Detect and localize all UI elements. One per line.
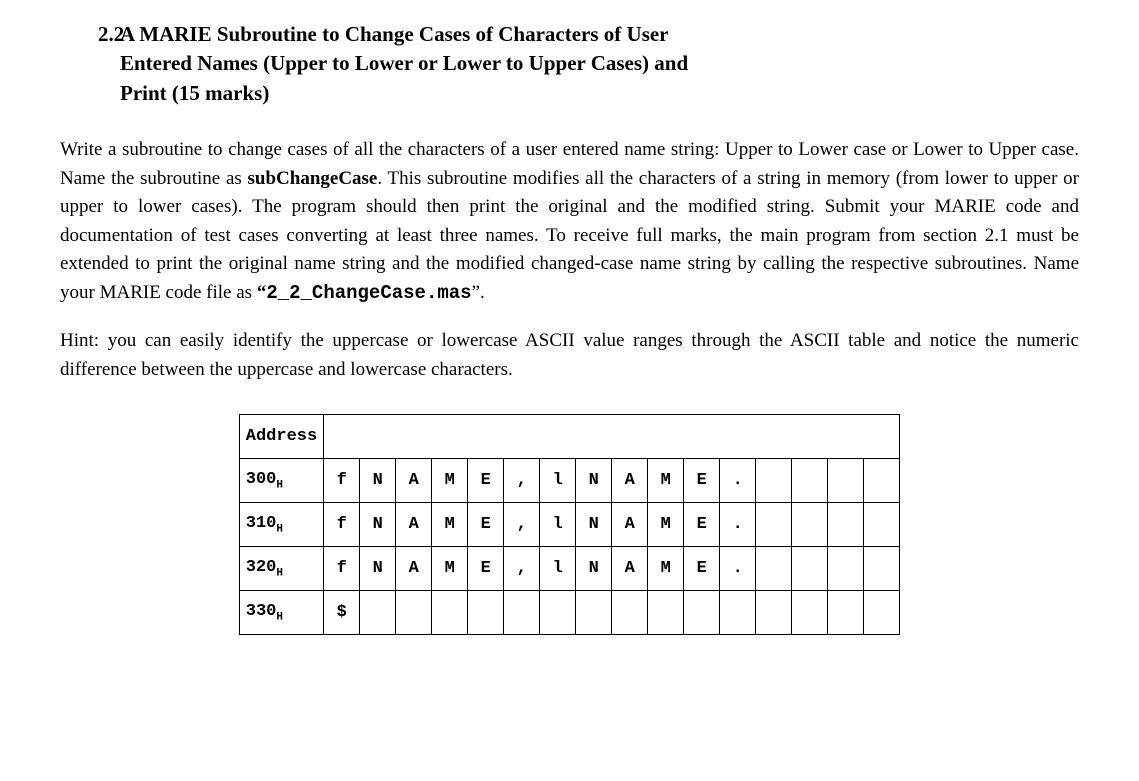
table-row: 300H f N A M E , l N A M E . <box>239 459 899 503</box>
subroutine-name: subChangeCase <box>248 168 378 189</box>
p1c: ”. <box>472 282 485 303</box>
mem-cell <box>756 591 792 635</box>
mem-cell <box>540 591 576 635</box>
mem-cell: A <box>612 459 648 503</box>
section-number: 2.2 <box>60 20 120 108</box>
mem-cell: N <box>576 503 612 547</box>
mem-cell: M <box>648 503 684 547</box>
memory-table-wrapper: Address 300H f N A M E , l N A M E . 310… <box>60 414 1079 635</box>
mem-cell: N <box>360 547 396 591</box>
mem-cell: A <box>612 503 648 547</box>
mem-cell: l <box>540 459 576 503</box>
mem-cell <box>432 591 468 635</box>
mem-cell <box>756 547 792 591</box>
mem-cell <box>828 503 864 547</box>
header-gap <box>324 415 900 459</box>
mem-cell <box>792 591 828 635</box>
table-row: 330H $ <box>239 591 899 635</box>
addr-sub: H <box>276 567 283 579</box>
addr-cell: 330H <box>239 591 323 635</box>
section-title: A MARIE Subroutine to Change Cases of Ch… <box>120 20 1079 108</box>
addr-sub: H <box>276 479 283 491</box>
mem-cell: M <box>648 459 684 503</box>
mem-cell <box>684 591 720 635</box>
title-line-1: A MARIE Subroutine to Change Cases of Ch… <box>120 22 669 46</box>
mem-cell: E <box>684 547 720 591</box>
addr-val: 330 <box>246 602 277 621</box>
mem-cell <box>396 591 432 635</box>
table-row: 320H f N A M E , l N A M E . <box>239 547 899 591</box>
memory-table: Address 300H f N A M E , l N A M E . 310… <box>239 414 900 635</box>
mem-cell: A <box>396 547 432 591</box>
mem-cell: E <box>684 503 720 547</box>
mem-cell: . <box>720 547 756 591</box>
mem-cell <box>756 459 792 503</box>
table-header-row: Address <box>239 415 899 459</box>
mem-cell: , <box>504 459 540 503</box>
mem-cell: . <box>720 459 756 503</box>
mem-cell <box>828 591 864 635</box>
mem-cell <box>828 459 864 503</box>
title-line-2: Entered Names (Upper to Lower or Lower t… <box>120 51 688 75</box>
addr-val: 310 <box>246 514 277 533</box>
mem-cell: l <box>540 503 576 547</box>
mem-cell: M <box>648 547 684 591</box>
mem-cell: A <box>396 459 432 503</box>
addr-cell: 300H <box>239 459 323 503</box>
mem-cell <box>612 591 648 635</box>
filename: 2_2_ChangeCase.mas <box>266 282 471 304</box>
mem-cell <box>864 547 900 591</box>
mem-cell <box>648 591 684 635</box>
mem-cell: M <box>432 503 468 547</box>
mem-cell: $ <box>324 591 360 635</box>
mem-cell: E <box>468 503 504 547</box>
addr-cell: 320H <box>239 547 323 591</box>
mem-cell <box>864 459 900 503</box>
title-line-3: Print (15 marks) <box>120 81 269 105</box>
mem-cell <box>864 503 900 547</box>
mem-cell: f <box>324 503 360 547</box>
mem-cell <box>756 503 792 547</box>
mem-cell: E <box>468 459 504 503</box>
mem-cell: f <box>324 459 360 503</box>
mem-cell: N <box>576 459 612 503</box>
mem-cell: N <box>360 503 396 547</box>
mem-cell <box>792 503 828 547</box>
addr-val: 300 <box>246 470 277 489</box>
header-address: Address <box>239 415 323 459</box>
mem-cell <box>504 591 540 635</box>
mem-cell: N <box>576 547 612 591</box>
addr-val: 320 <box>246 558 277 577</box>
mem-cell <box>792 547 828 591</box>
paragraph-1: Write a subroutine to change cases of al… <box>60 136 1079 307</box>
table-row: 310H f N A M E , l N A M E . <box>239 503 899 547</box>
section-header: 2.2 A MARIE Subroutine to Change Cases o… <box>60 20 1079 108</box>
addr-sub: H <box>276 523 283 535</box>
mem-cell: f <box>324 547 360 591</box>
mem-cell <box>468 591 504 635</box>
addr-cell: 310H <box>239 503 323 547</box>
mem-cell: l <box>540 547 576 591</box>
mem-cell: A <box>396 503 432 547</box>
mem-cell: E <box>684 459 720 503</box>
mem-cell <box>576 591 612 635</box>
mem-cell: E <box>468 547 504 591</box>
mem-cell <box>828 547 864 591</box>
addr-sub: H <box>276 611 283 623</box>
mem-cell: N <box>360 459 396 503</box>
mem-cell <box>720 591 756 635</box>
mem-cell: M <box>432 547 468 591</box>
mem-cell: , <box>504 547 540 591</box>
mem-cell: M <box>432 459 468 503</box>
mem-cell: , <box>504 503 540 547</box>
paragraph-hint: Hint: you can easily identify the upperc… <box>60 327 1079 384</box>
mem-cell: A <box>612 547 648 591</box>
mem-cell: . <box>720 503 756 547</box>
mem-cell <box>360 591 396 635</box>
mem-cell <box>792 459 828 503</box>
quote-open: “ <box>257 282 267 303</box>
mem-cell <box>864 591 900 635</box>
